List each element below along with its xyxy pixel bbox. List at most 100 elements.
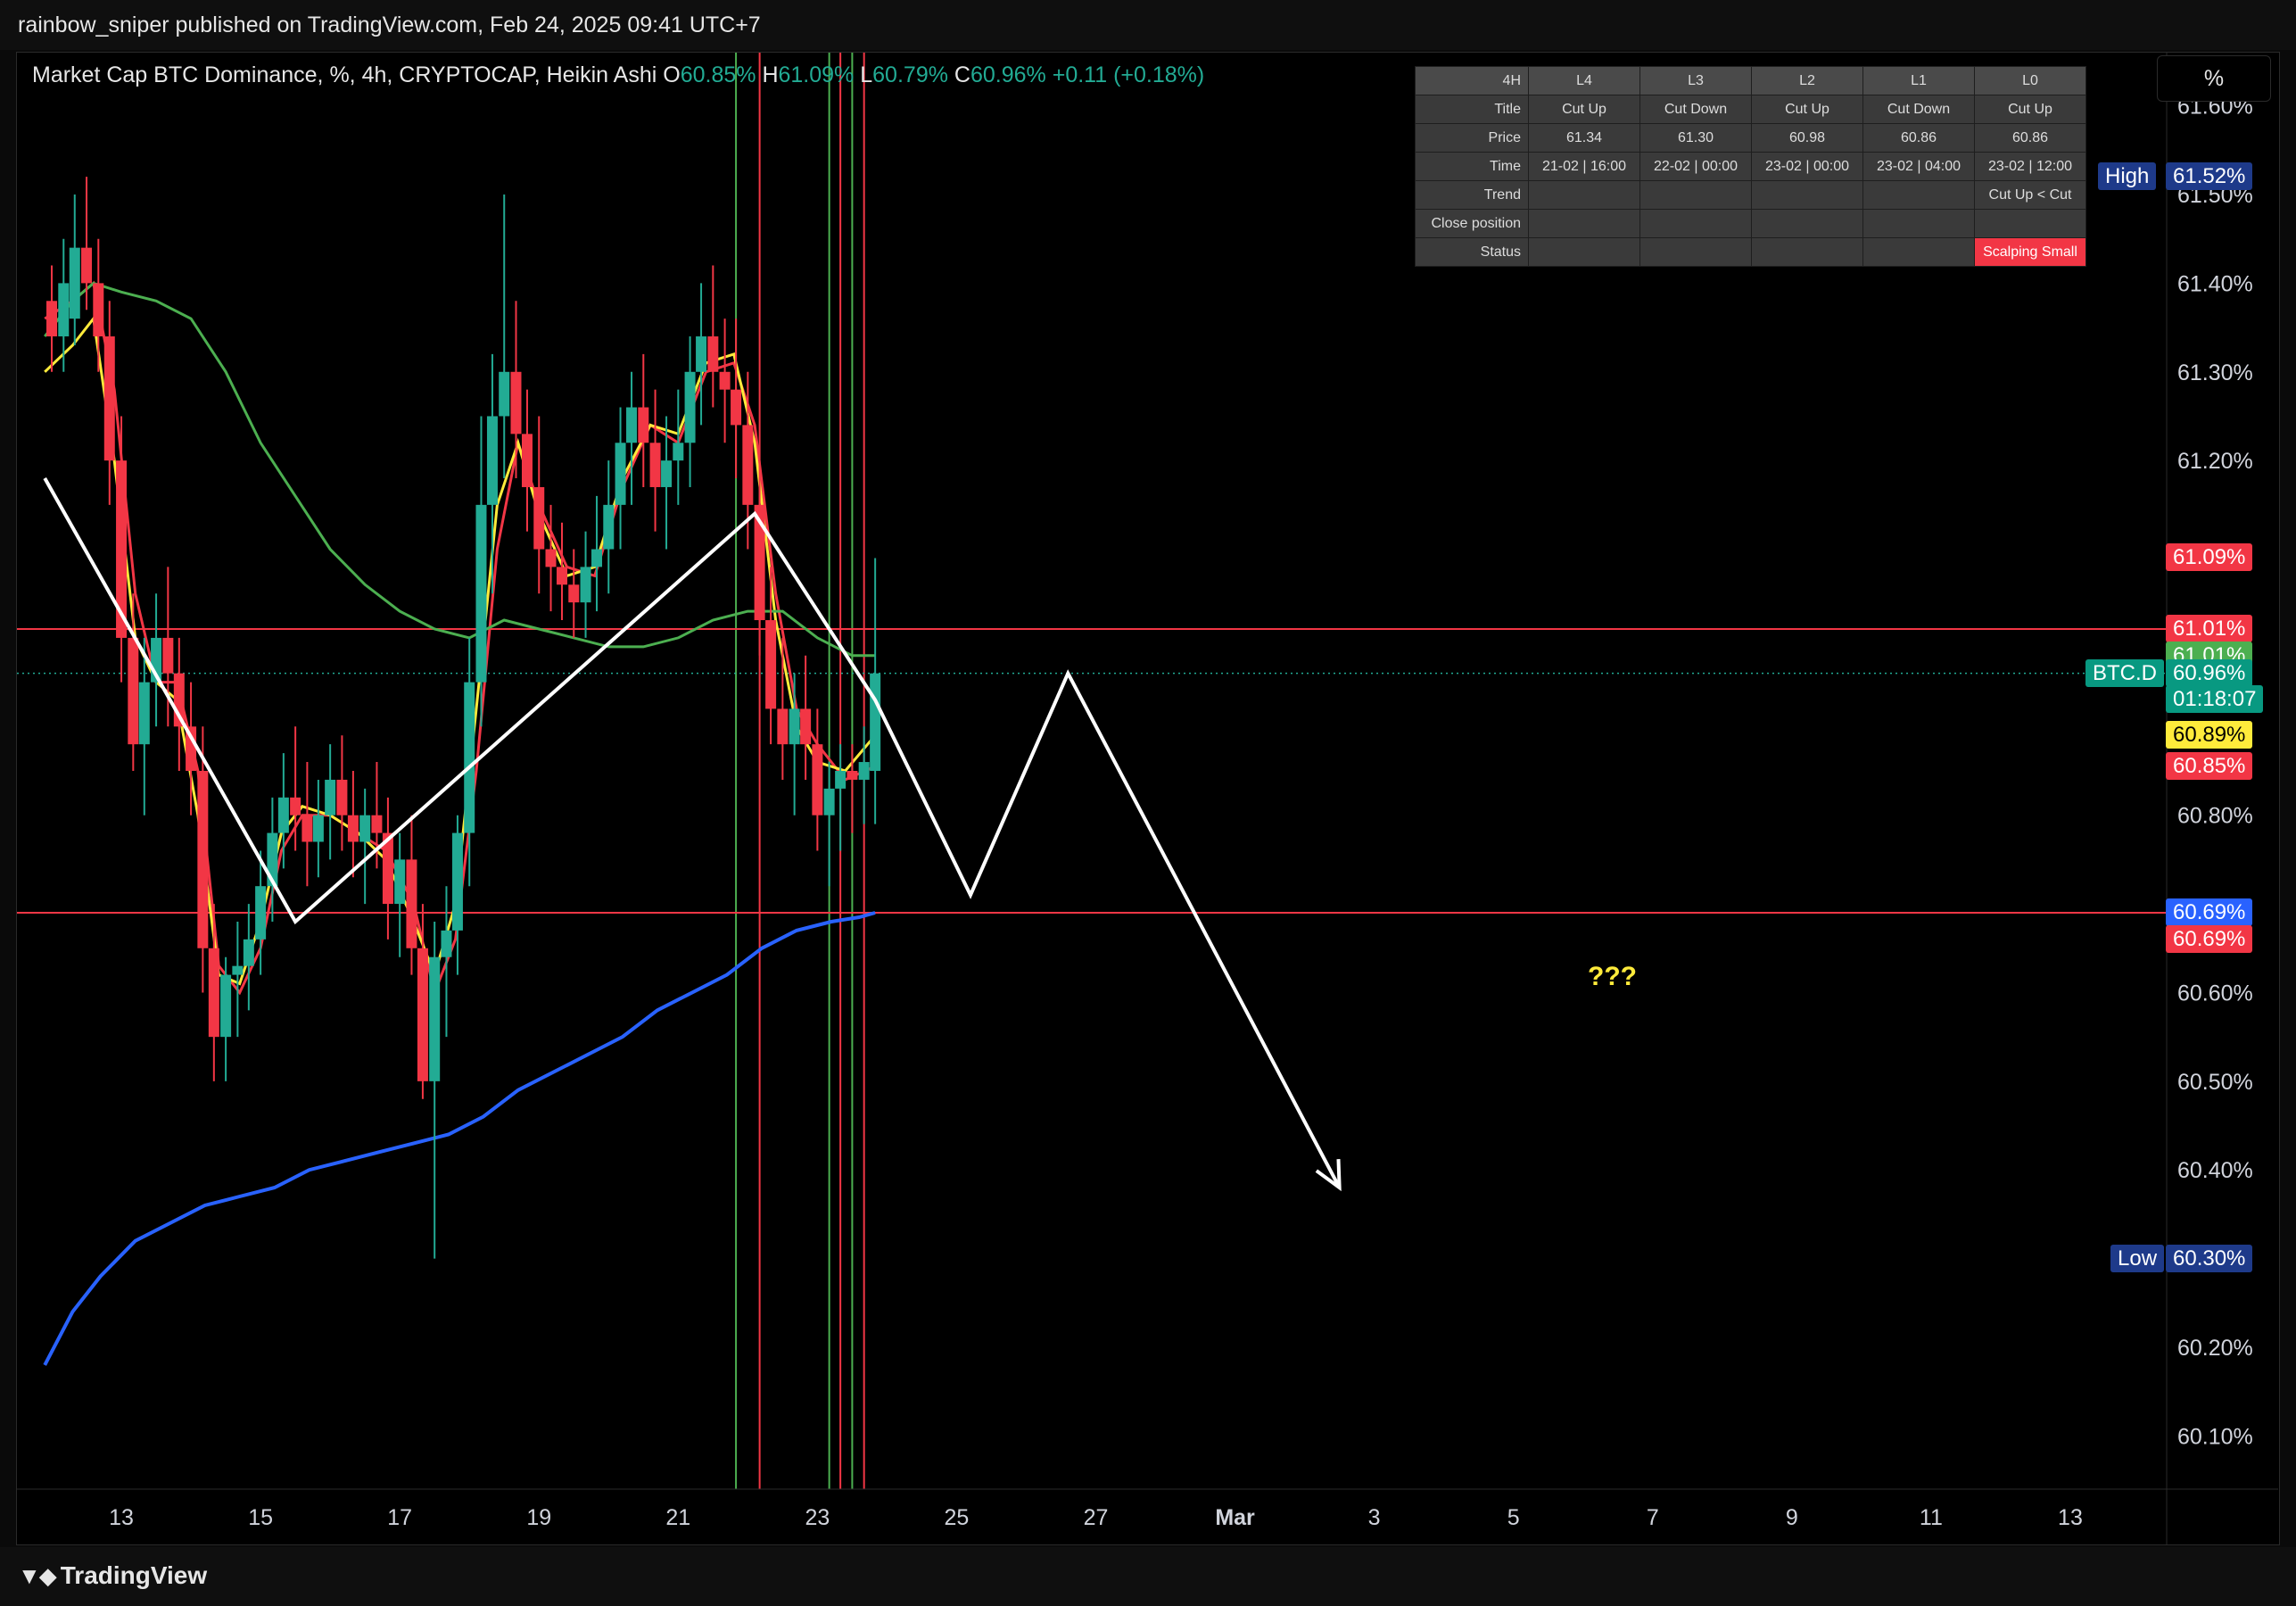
table-cell	[1862, 237, 1975, 267]
table-header-cell: L1	[1862, 66, 1975, 95]
table-header-cell: 4H	[1415, 66, 1529, 95]
candle-body-48	[603, 504, 615, 550]
y-tick-label-12: 61.30%	[2177, 360, 2253, 385]
table-cell	[1862, 180, 1975, 210]
yellow-060-89-value: 60.89%	[2166, 721, 2253, 749]
table-row-label: Time	[1415, 152, 1529, 181]
candle-body-10	[162, 637, 174, 674]
candle-body-49	[615, 443, 626, 505]
levels-table: 4H L4 L3 L2 L1 L0 Title Cut Up Cut Down …	[1415, 66, 2086, 267]
candle-body-51	[638, 407, 649, 443]
candle-body-15	[220, 974, 232, 1038]
candle-body-42	[533, 486, 545, 550]
high-label-tag: High	[2098, 162, 2157, 191]
candle-body-27	[359, 815, 371, 842]
table-cell: Cut Down	[1862, 95, 1975, 124]
table-row-label: Price	[1415, 123, 1529, 153]
candle-body-22	[301, 815, 313, 842]
candle-body-53	[661, 460, 673, 487]
table-cell	[1639, 209, 1752, 238]
y-tick-label-1: 60.20%	[2177, 1336, 2253, 1361]
candle-body-59	[731, 389, 742, 426]
table-cell: 23-02 | 04:00	[1862, 152, 1975, 181]
table-header-cell: L4	[1528, 66, 1640, 95]
legend-title: Market Cap BTC Dominance, %, 4h, CRYPTOC…	[32, 62, 657, 87]
legend-close: 60.96%	[970, 62, 1046, 87]
candle-body-68	[835, 771, 847, 789]
table-header-row: 4H L4 L3 L2 L1 L0	[1415, 66, 2086, 95]
candle-body-36	[464, 682, 475, 833]
tradingview-logo[interactable]: ▼◆ TradingView	[18, 1561, 207, 1590]
table-cell: 23-02 | 00:00	[1751, 152, 1863, 181]
candle-body-8	[138, 682, 150, 745]
red-061-09-value: 61.09%	[2166, 543, 2253, 572]
candle-body-55	[684, 371, 696, 443]
candle-body-32	[417, 948, 428, 1081]
btcd-last-countdown: 01:18:07	[2166, 684, 2264, 713]
x-tick-label-9: 3	[1368, 1505, 1381, 1530]
table-cell: Cut Down	[1639, 95, 1752, 124]
chart-canvas[interactable]: 13 15 17 19 21 23 25 27 Mar 3 5 7 9 11 13 60.10% 60.20% 6…	[17, 53, 2279, 1544]
question-annotation: ???	[1588, 962, 1637, 991]
candle-body-39	[499, 371, 510, 417]
candle-body-25	[336, 779, 348, 815]
candle-body-52	[649, 443, 661, 487]
ma-blue-line	[43, 911, 876, 1366]
table-row: Price 61.34 61.30 60.98 60.86 60.86	[1415, 123, 2086, 153]
candle-body-71	[870, 673, 881, 771]
y-tick-label-13: 61.40%	[2177, 271, 2253, 296]
legend-open: 60.85%	[680, 62, 756, 87]
table-cell	[1862, 209, 1975, 238]
candle-body-70	[858, 762, 870, 780]
candle-body-18	[255, 886, 267, 940]
table-header-cell: L0	[1974, 66, 2086, 95]
table-row-label: Trend	[1415, 180, 1529, 210]
candle-body-5	[103, 336, 115, 461]
candle-body-46	[580, 567, 591, 603]
candle-body-66	[812, 744, 823, 815]
table-header-cell: L2	[1751, 66, 1863, 95]
candle-body-16	[232, 965, 244, 975]
red-060-85-value: 60.85%	[2166, 752, 2253, 781]
x-tick-label-0: 13	[109, 1505, 134, 1530]
chart-frame[interactable]: 13 15 17 19 21 23 25 27 Mar 3 5 7 9 11 13 60.10% 60.20% 6…	[16, 52, 2280, 1545]
y-tick-label-5: 60.60%	[2177, 981, 2253, 1006]
table-row-label: Close position	[1415, 209, 1529, 238]
legend-low: 60.79%	[872, 62, 948, 87]
candle-body-47	[591, 549, 603, 567]
legend-open-label: O	[663, 62, 681, 87]
table-cell	[1528, 209, 1640, 238]
zigzag-projection-line	[43, 477, 1342, 1189]
low-label-value: 60.30%	[2166, 1244, 2253, 1272]
table-row: Close position	[1415, 209, 2086, 238]
red-060-69-value: 60.69%	[2166, 924, 2253, 953]
candle-body-20	[277, 797, 289, 833]
table-row: Status Scalping Small	[1415, 237, 2086, 267]
x-tick-label-12: 9	[1786, 1505, 1798, 1530]
red-061-01-value: 61.01%	[2166, 614, 2253, 642]
candle-body-24	[325, 779, 336, 815]
table-cell	[1751, 180, 1863, 210]
table-cell	[1974, 209, 2086, 238]
x-tick-label-11: 7	[1647, 1505, 1659, 1530]
candle-body-1	[58, 283, 70, 337]
btcd-last-tag: BTC.D	[2085, 658, 2164, 687]
table-cell: 60.98	[1751, 123, 1863, 153]
table-cell	[1639, 237, 1752, 267]
y-tick-label-3: 60.40%	[2177, 1158, 2253, 1183]
price-unit-button[interactable]: %	[2157, 55, 2271, 102]
high-label-value: 61.52%	[2166, 162, 2253, 191]
candle-body-30	[394, 859, 406, 905]
candle-body-28	[371, 815, 383, 833]
table-cell	[1639, 180, 1752, 210]
candle-body-38	[486, 416, 498, 505]
x-tick-label-1: 15	[248, 1505, 273, 1530]
table-cell: 22-02 | 00:00	[1639, 152, 1752, 181]
table-cell: Cut Up	[1528, 95, 1640, 124]
y-tick-label-4: 60.50%	[2177, 1070, 2253, 1095]
blue-060-69-value: 60.69%	[2166, 898, 2253, 926]
candle-body-43	[545, 549, 557, 567]
table-row: Trend Cut Up < Cut	[1415, 180, 2086, 210]
low-label-tag: Low	[2110, 1244, 2165, 1272]
candle-body-23	[312, 815, 324, 842]
